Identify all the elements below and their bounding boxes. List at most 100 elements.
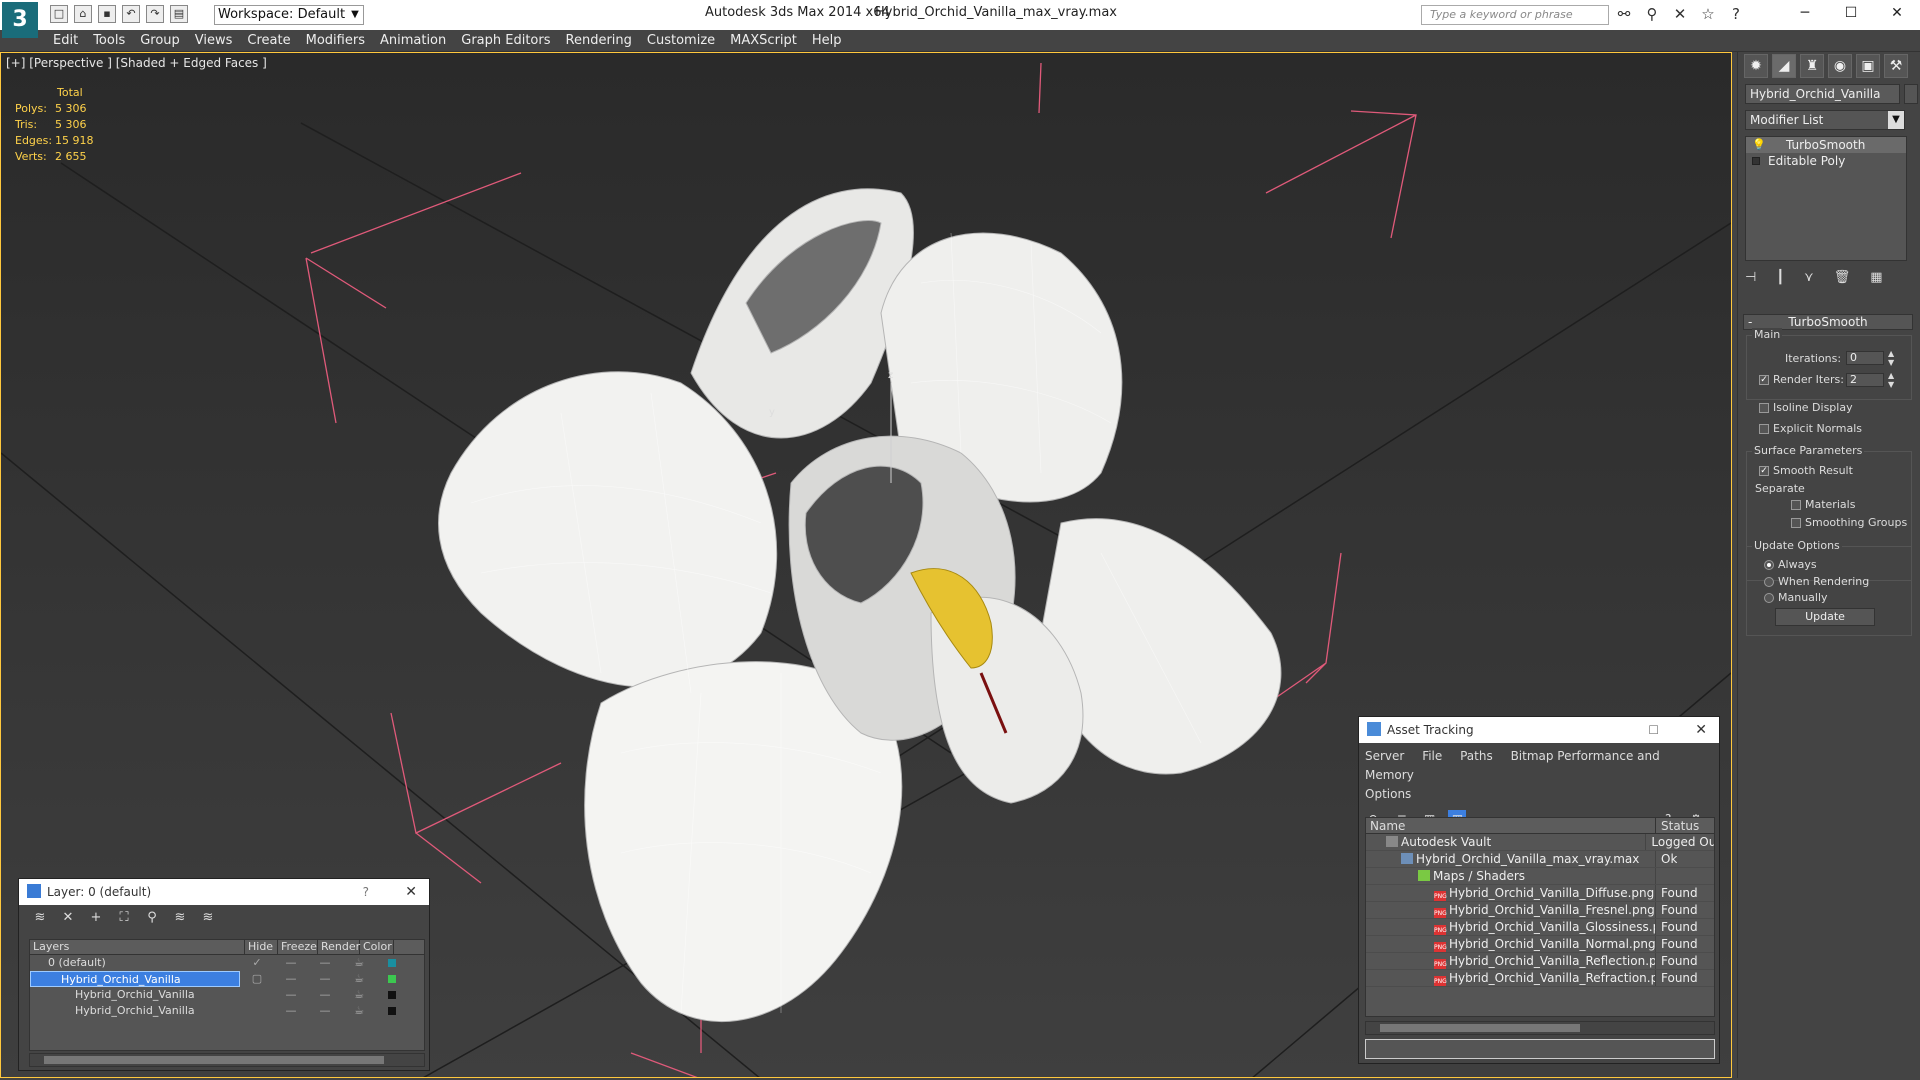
layer-horizontal-scrollbar[interactable]	[29, 1053, 425, 1067]
render-teapot-icon[interactable]: ☕	[342, 955, 376, 971]
active-check-icon[interactable]: ✓	[240, 955, 274, 971]
hide-toggle[interactable]: —	[274, 1003, 308, 1019]
hide-toggle[interactable]: —	[274, 971, 308, 987]
materials-checkbox[interactable]	[1791, 500, 1801, 510]
asset-horizontal-scrollbar[interactable]	[1365, 1021, 1715, 1035]
hide-toggle[interactable]: —	[274, 987, 308, 1003]
add-to-layer-icon[interactable]: +	[87, 909, 105, 927]
spinner-arrows-icon[interactable]: ▲ ▼	[1888, 371, 1894, 389]
modify-tab-icon[interactable]: ◢	[1772, 54, 1796, 78]
menu-tools[interactable]: Tools	[93, 33, 140, 48]
new-file-icon[interactable]: □	[50, 5, 68, 23]
manually-radio[interactable]	[1764, 593, 1774, 603]
col-status[interactable]: Status	[1656, 818, 1699, 833]
object-color-swatch[interactable]	[1904, 84, 1918, 104]
layer-color-swatch[interactable]	[388, 959, 396, 967]
render-iters-checkbox[interactable]: ✓	[1759, 375, 1769, 385]
menu-graph-editors[interactable]: Graph Editors	[461, 33, 565, 48]
undo-icon[interactable]: ↶	[122, 5, 140, 23]
project-folder-icon[interactable]: ▤	[170, 5, 188, 23]
active-box-icon[interactable]: ▢	[240, 971, 274, 987]
menu-maxscript[interactable]: MAXScript	[730, 33, 812, 48]
save-file-icon[interactable]: ▪	[98, 5, 116, 23]
object-name-field[interactable]: Hybrid_Orchid_Vanilla	[1745, 84, 1900, 104]
freeze-toggle[interactable]: —	[308, 987, 342, 1003]
freeze-toggle[interactable]: —	[308, 971, 342, 987]
asset-row[interactable]: PNG Hybrid_Orchid_Vanilla_Fresnel.png Fou…	[1366, 902, 1714, 919]
col-color[interactable]: Color	[360, 940, 394, 954]
highlight-layer-icon[interactable]: ⚲	[143, 909, 161, 927]
col-freeze[interactable]: Freeze	[278, 940, 318, 954]
stack-item-editable-poly[interactable]: Editable Poly	[1746, 153, 1906, 169]
workspace-dropdown[interactable]: Workspace: Default ▼	[214, 5, 364, 25]
delete-layer-icon[interactable]: ✕	[59, 909, 77, 927]
close-icon[interactable]: ✕	[1695, 717, 1707, 743]
asset-row[interactable]: Autodesk Vault Logged Ou	[1366, 834, 1714, 851]
select-objects-icon[interactable]: ⛶	[115, 909, 133, 927]
spinner-arrows-icon[interactable]: ▲ ▼	[1888, 349, 1894, 367]
render-iters-spinner[interactable]: 2	[1846, 373, 1884, 387]
menu-file[interactable]: File	[1422, 749, 1442, 763]
help-icon[interactable]: ?	[1727, 5, 1745, 23]
binoculars-icon[interactable]: ⚯	[1615, 5, 1633, 23]
minimize-icon[interactable]: ─	[1782, 0, 1828, 26]
hide-all-icon[interactable]: ≋	[171, 909, 189, 927]
maximize-icon[interactable]: ☐	[1828, 0, 1874, 26]
layer-color-swatch[interactable]	[388, 975, 396, 983]
layer-color-swatch[interactable]	[388, 991, 396, 999]
layer-row[interactable]: Hybrid_Orchid_Vanilla — — ☕	[30, 1003, 424, 1019]
menu-animation[interactable]: Animation	[380, 33, 461, 48]
motion-tab-icon[interactable]: ◉	[1828, 54, 1852, 78]
when-rendering-radio[interactable]	[1764, 577, 1774, 587]
update-button[interactable]: Update	[1775, 608, 1875, 626]
render-teapot-icon[interactable]: ☕	[342, 1003, 376, 1019]
expand-box-icon[interactable]	[1752, 157, 1760, 165]
col-render[interactable]: Render	[318, 940, 360, 954]
menu-edit[interactable]: Edit	[53, 33, 93, 48]
menu-rendering[interactable]: Rendering	[566, 33, 647, 48]
explicit-normals-checkbox[interactable]	[1759, 424, 1769, 434]
menu-help[interactable]: Help	[812, 33, 857, 48]
app-logo-button[interactable]: 3	[2, 2, 38, 38]
close-icon[interactable]: ✕	[1874, 0, 1920, 26]
layer-row[interactable]: 0 (default) ✓ — — ☕	[30, 955, 424, 971]
subscription-icon[interactable]: ⚲	[1643, 5, 1661, 23]
communication-icon[interactable]: ✕	[1671, 5, 1689, 23]
layer-row[interactable]: Hybrid_Orchid_Vanilla — — ☕	[30, 987, 424, 1003]
always-radio[interactable]	[1764, 560, 1774, 570]
col-name[interactable]: Name	[1366, 818, 1656, 833]
favorites-star-icon[interactable]: ☆	[1699, 5, 1717, 23]
asset-row[interactable]: Hybrid_Orchid_Vanilla_max_vray.max Ok	[1366, 851, 1714, 868]
stack-item-turbosmooth[interactable]: 💡 TurboSmooth	[1746, 137, 1906, 153]
redo-icon[interactable]: ↷	[146, 5, 164, 23]
freeze-toggle[interactable]: —	[308, 1003, 342, 1019]
viewport-label[interactable]: [+] [Perspective ] [Shaded + Edged Faces…	[6, 56, 267, 70]
layer-color-swatch[interactable]	[388, 1007, 396, 1015]
hide-toggle[interactable]: —	[274, 955, 308, 971]
col-layers[interactable]: Layers	[30, 940, 245, 954]
menu-bitmap-performance[interactable]: Bitmap Performance and Memory	[1365, 749, 1660, 782]
display-tab-icon[interactable]: ▣	[1856, 54, 1880, 78]
menu-customize[interactable]: Customize	[647, 33, 730, 48]
modifier-list-dropdown[interactable]: Modifier List ▼	[1745, 110, 1905, 130]
menu-options[interactable]: Options	[1365, 787, 1411, 801]
create-tab-icon[interactable]: ✹	[1744, 54, 1768, 78]
isoline-display-checkbox[interactable]	[1759, 403, 1769, 413]
remove-modifier-icon[interactable]: 🗑	[1834, 270, 1851, 285]
create-layer-icon[interactable]: ≋	[31, 909, 49, 927]
open-file-icon[interactable]: ⌂	[74, 5, 92, 23]
asset-path-field[interactable]	[1365, 1039, 1715, 1059]
menu-group[interactable]: Group	[140, 33, 195, 48]
menu-create[interactable]: Create	[247, 33, 305, 48]
render-teapot-icon[interactable]: ☕	[342, 987, 376, 1003]
utilities-tab-icon[interactable]: ⚒	[1884, 54, 1908, 78]
configure-sets-icon[interactable]: ▦	[1870, 270, 1882, 285]
freeze-toggle[interactable]: —	[308, 955, 342, 971]
asset-tracking-titlebar[interactable]: Asset Tracking ☐ ✕	[1359, 717, 1719, 743]
col-hide[interactable]: Hide	[245, 940, 278, 954]
help-icon[interactable]: ?	[363, 879, 369, 905]
freeze-all-icon[interactable]: ≋	[199, 909, 217, 927]
maximize-icon[interactable]: ☐	[1648, 717, 1659, 743]
menu-paths[interactable]: Paths	[1460, 749, 1493, 763]
search-input[interactable]: Type a keyword or phrase	[1421, 5, 1609, 25]
